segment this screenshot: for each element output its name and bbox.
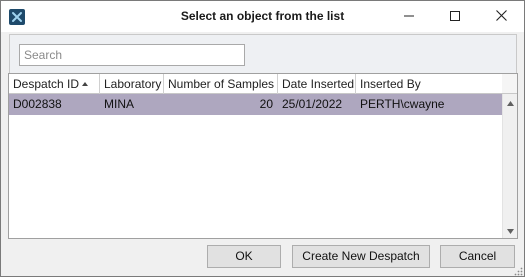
- create-new-despatch-button[interactable]: Create New Despatch: [292, 245, 430, 268]
- arrow-down-icon: [506, 223, 514, 237]
- cell-date-inserted: 25/01/2022: [282, 97, 343, 111]
- table-row[interactable]: D002838 MINA 20 25/01/2022 PERTH\cwayne: [9, 94, 502, 115]
- resize-grip-icon[interactable]: [513, 265, 523, 276]
- column-header-despatch-id[interactable]: Despatch ID: [9, 74, 100, 94]
- cell-laboratory: MINA: [104, 97, 134, 111]
- scroll-up-button[interactable]: [503, 94, 517, 110]
- close-button[interactable]: [478, 1, 524, 32]
- column-header-number-of-samples[interactable]: Number of Samples: [164, 74, 278, 94]
- column-header-laboratory[interactable]: Laboratory: [100, 74, 164, 94]
- cell-despatch-id: D002838: [13, 97, 62, 111]
- column-header-inserted-by[interactable]: Inserted By: [356, 74, 502, 94]
- cell-number-of-samples: 20: [259, 97, 273, 111]
- cancel-button[interactable]: Cancel: [440, 245, 515, 268]
- maximize-icon: [450, 10, 460, 24]
- arrow-up-icon: [506, 95, 514, 109]
- dialog-window: Select an object from the list Despatch …: [0, 0, 525, 277]
- scroll-down-button[interactable]: [503, 222, 517, 238]
- close-icon: [495, 9, 507, 24]
- column-header-date-inserted[interactable]: Date Inserted: [278, 74, 356, 94]
- search-input[interactable]: [19, 44, 245, 66]
- column-header-label: Number of Samples: [168, 77, 275, 91]
- column-header-label: Inserted By: [360, 77, 421, 91]
- title-bar[interactable]: Select an object from the list: [1, 1, 524, 32]
- vertical-scrollbar[interactable]: [502, 94, 517, 238]
- minimize-button[interactable]: [386, 1, 432, 32]
- sort-ascending-icon: [82, 82, 88, 86]
- column-header-label: Despatch ID: [13, 77, 80, 91]
- cell-inserted-by: PERTH\cwayne: [360, 97, 445, 111]
- column-header-label: Laboratory: [104, 77, 162, 91]
- column-header-label: Date Inserted: [282, 77, 355, 91]
- grid-header: Despatch ID Laboratory Number of Samples…: [9, 74, 502, 94]
- object-grid: Despatch ID Laboratory Number of Samples…: [8, 73, 518, 239]
- minimize-icon: [404, 10, 414, 24]
- ok-button[interactable]: OK: [207, 245, 281, 268]
- scroll-corner: [502, 74, 517, 94]
- search-panel: [9, 34, 517, 74]
- maximize-button[interactable]: [432, 1, 478, 32]
